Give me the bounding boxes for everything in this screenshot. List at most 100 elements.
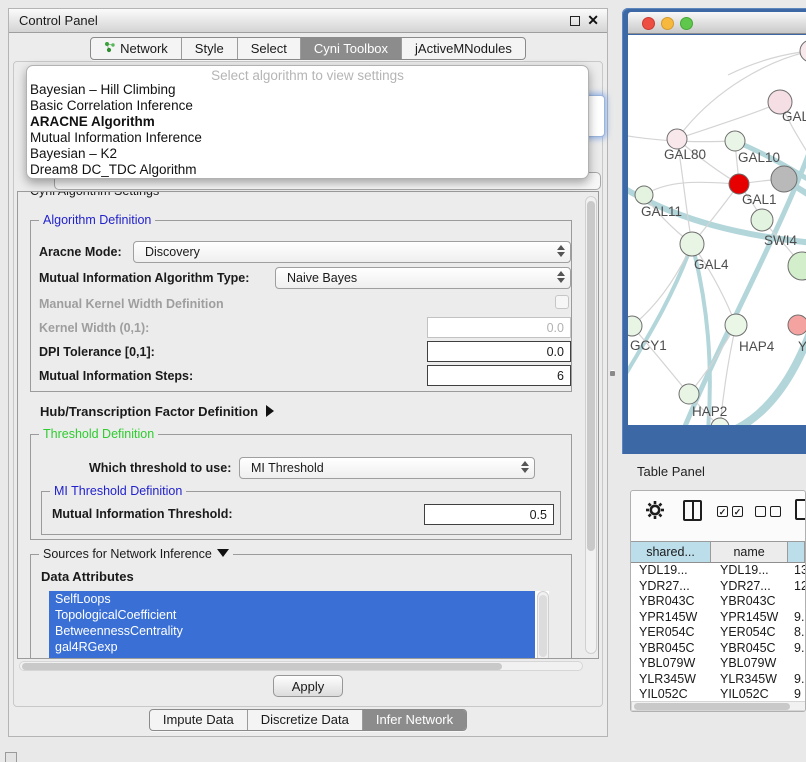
mi-type-select[interactable]: Naive Bayes bbox=[275, 267, 571, 289]
window-title: Control Panel bbox=[19, 9, 98, 32]
network-canvas-svg[interactable]: GALGAL80GAL10GAL1GAL11SWI4GAL4GCY1HAP4YH… bbox=[628, 35, 806, 425]
tab-impute-data[interactable]: Impute Data bbox=[150, 710, 247, 730]
table-row[interactable]: YDR27...YDR27...12 bbox=[631, 579, 806, 595]
table-cell: YBL079W bbox=[712, 656, 790, 672]
table-cell: YER054C bbox=[631, 625, 712, 641]
network-node[interactable] bbox=[679, 384, 699, 404]
settings-horizontal-scrollbar[interactable] bbox=[19, 661, 583, 671]
table-row[interactable]: YBR043CYBR043C bbox=[631, 594, 806, 610]
column-header-name[interactable]: name bbox=[711, 542, 788, 562]
attribute-list-item[interactable] bbox=[49, 655, 535, 659]
table-row[interactable]: YPR145WYPR145W9. bbox=[631, 610, 806, 626]
network-node[interactable] bbox=[788, 252, 806, 280]
table-horizontal-scrollbar[interactable] bbox=[631, 701, 806, 711]
gear-icon[interactable] bbox=[645, 500, 665, 525]
tab-infer-network[interactable]: Infer Network bbox=[362, 710, 466, 730]
table-row[interactable]: YBR045CYBR045C9. bbox=[631, 641, 806, 657]
table-row[interactable]: YIL052CYIL052C9 bbox=[631, 687, 806, 701]
columns-icon[interactable] bbox=[683, 500, 702, 521]
column-header-shared[interactable]: shared... bbox=[631, 542, 711, 562]
network-node[interactable] bbox=[635, 186, 653, 204]
deselect-all-icon[interactable] bbox=[755, 506, 781, 517]
algorithm-option[interactable]: Basic Correlation Inference bbox=[27, 98, 588, 114]
network-node-label: GAL11 bbox=[641, 204, 682, 219]
control-panel-titlebar[interactable]: Control Panel ✕ bbox=[9, 9, 607, 33]
tab-cyni-toolbox[interactable]: Cyni Toolbox bbox=[300, 38, 401, 59]
attribute-list-item[interactable]: BetweennessCentrality bbox=[49, 623, 535, 639]
aracne-mode-select[interactable]: Discovery bbox=[133, 241, 571, 263]
table-row[interactable]: YBL079WYBL079W bbox=[631, 656, 806, 672]
splitter-grip[interactable] bbox=[610, 370, 615, 376]
network-node[interactable] bbox=[729, 174, 749, 194]
table-header-row: shared... name bbox=[631, 541, 805, 563]
mi-threshold-input[interactable]: 0.5 bbox=[424, 504, 554, 525]
table-cell: YBR043C bbox=[631, 594, 712, 610]
network-canvas[interactable]: GALGAL80GAL10GAL1GAL11SWI4GAL4GCY1HAP4YH… bbox=[628, 35, 806, 425]
table-panel: ✓✓ shared... name YDL19...YDL19...13YDR2… bbox=[630, 490, 806, 712]
network-edge[interactable] bbox=[632, 326, 689, 394]
data-attributes-list[interactable]: SelfLoopsTopologicalCoefficientBetweenne… bbox=[49, 591, 549, 659]
network-node[interactable] bbox=[680, 232, 704, 256]
algorithm-option[interactable]: ARACNE Algorithm bbox=[27, 114, 588, 130]
network-edge[interactable] bbox=[644, 182, 739, 195]
expand-arrow-icon[interactable] bbox=[266, 405, 274, 417]
table-panel-title: Table Panel bbox=[637, 464, 705, 479]
column-header-next[interactable] bbox=[788, 542, 805, 562]
kernel-width-label: Kernel Width (0,1): bbox=[39, 321, 149, 335]
algorithm-dropdown-popup: Select algorithm to view settings Bayesi… bbox=[26, 65, 589, 179]
attribute-list-item[interactable]: SelfLoops bbox=[49, 591, 535, 607]
float-window-icon[interactable] bbox=[570, 16, 580, 26]
mac-minimize-button[interactable] bbox=[661, 17, 674, 30]
table-cell: 9 bbox=[790, 687, 806, 701]
attribute-list-item[interactable]: gal4RGexp bbox=[49, 639, 535, 655]
mac-close-button[interactable] bbox=[642, 17, 655, 30]
close-icon[interactable]: ✕ bbox=[587, 12, 599, 29]
table-row[interactable]: YDL19...YDL19...13 bbox=[631, 563, 806, 579]
algorithm-definition-group: Algorithm Definition Aracne Mode: Discov… bbox=[30, 220, 572, 392]
table-row[interactable]: YER054CYER054C8. bbox=[631, 625, 806, 641]
tab-jactivemnodules[interactable]: jActiveMNodules bbox=[401, 38, 525, 59]
dpi-tolerance-input[interactable]: 0.0 bbox=[427, 341, 571, 362]
kernel-width-input[interactable]: 0.0 bbox=[427, 317, 571, 338]
network-node[interactable] bbox=[711, 418, 729, 425]
tab-network[interactable]: Network bbox=[91, 38, 181, 59]
table-cell: YBR045C bbox=[631, 641, 712, 657]
mac-zoom-button[interactable] bbox=[680, 17, 693, 30]
table-cell bbox=[790, 656, 806, 672]
table-row[interactable]: YLR345WYLR345W9. bbox=[631, 672, 806, 688]
algorithm-option[interactable]: Mutual Information Inference bbox=[27, 130, 588, 146]
network-node[interactable] bbox=[800, 40, 806, 62]
algorithm-option[interactable]: Bayesian – Hill Climbing bbox=[27, 82, 588, 98]
which-threshold-select[interactable]: MI Threshold bbox=[239, 457, 535, 479]
manual-kernel-checkbox[interactable] bbox=[555, 295, 569, 309]
tab-select[interactable]: Select bbox=[237, 38, 300, 59]
network-node[interactable] bbox=[788, 315, 806, 335]
table-body[interactable]: YDL19...YDL19...13YDR27...YDR27...12YBR0… bbox=[631, 563, 806, 701]
network-edge[interactable] bbox=[728, 51, 806, 75]
network-node-label: SWI4 bbox=[764, 233, 797, 248]
settings-vertical-scrollbar[interactable] bbox=[585, 196, 597, 654]
collapse-arrow-icon[interactable] bbox=[217, 549, 229, 557]
top-tab-bar: Network Style Select Cyni Toolbox jActiv… bbox=[9, 37, 607, 60]
sources-group-title[interactable]: Sources for Network Inference bbox=[39, 547, 233, 561]
create-table-icon[interactable] bbox=[795, 499, 806, 520]
tab-style[interactable]: Style bbox=[181, 38, 237, 59]
network-node[interactable] bbox=[771, 166, 797, 192]
network-node[interactable] bbox=[751, 209, 773, 231]
mi-steps-input[interactable]: 6 bbox=[427, 365, 571, 386]
tab-discretize-data[interactable]: Discretize Data bbox=[247, 710, 362, 730]
select-all-icon[interactable]: ✓✓ bbox=[717, 506, 743, 517]
network-window-titlebar[interactable] bbox=[628, 12, 806, 34]
attributes-scrollbar[interactable] bbox=[537, 591, 549, 659]
network-node-label: HAP4 bbox=[739, 339, 775, 354]
algorithm-option[interactable]: Bayesian – K2 bbox=[27, 146, 588, 162]
network-node[interactable] bbox=[667, 129, 687, 149]
network-node[interactable] bbox=[725, 131, 745, 151]
table-cell: YER054C bbox=[712, 625, 790, 641]
network-node[interactable] bbox=[725, 314, 747, 336]
hub-definition-toggle[interactable]: Hub/Transcription Factor Definition bbox=[40, 404, 274, 419]
algorithm-option[interactable]: Dream8 DC_TDC Algorithm bbox=[27, 162, 588, 178]
dock-panel-chip[interactable] bbox=[5, 752, 17, 762]
attribute-list-item[interactable]: TopologicalCoefficient bbox=[49, 607, 535, 623]
apply-button[interactable]: Apply bbox=[273, 675, 343, 697]
